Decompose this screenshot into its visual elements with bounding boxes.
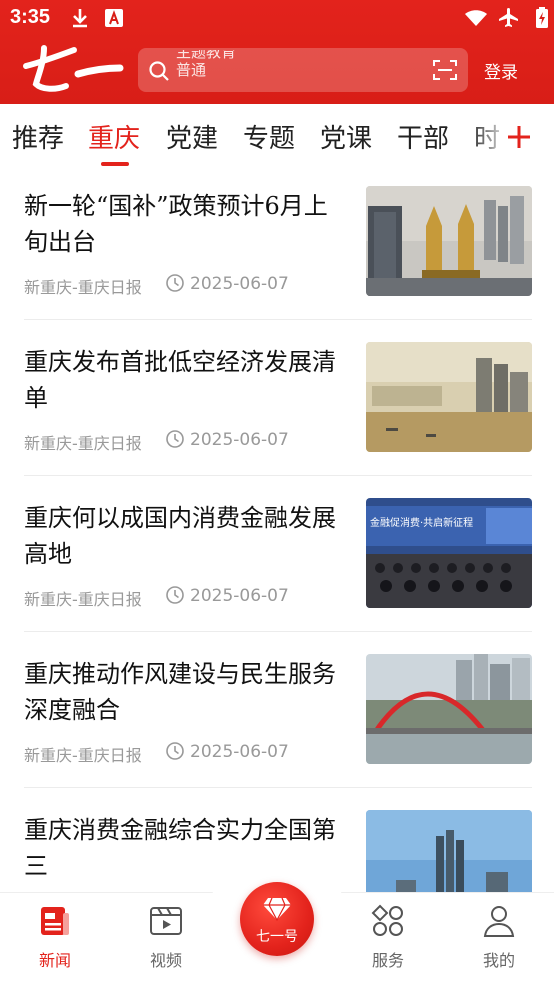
nav-video[interactable]: 视频 [126,893,206,985]
video-icon [150,907,182,935]
plus-icon [508,126,530,148]
qiyi-hao-button[interactable]: 七一号 [240,882,314,956]
tab-party-building[interactable]: 党建 [166,118,218,155]
tab-chongqing[interactable]: 重庆 [88,118,140,155]
news-thumbnail[interactable]: 金融促消费·共启新征程 [366,498,532,608]
item-divider [24,475,532,476]
grid-icon [371,904,403,936]
news-date: 2025-06-07 [190,586,289,606]
category-tabs: 推荐 重庆 党建 专题 党课 干部 时 [0,104,554,168]
nav-services[interactable]: 服务 [348,893,428,985]
news-thumbnail[interactable] [366,810,532,892]
news-thumbnail[interactable] [366,342,532,452]
clock-icon [166,274,184,292]
conference-image: 金融促消费·共启新征程 [366,498,532,608]
active-tab-indicator [101,162,129,166]
top-header: 3:35 主题教育 普通 登录 [0,0,554,104]
city-skyline-image [366,186,532,296]
news-source: 新重庆-重庆日报 [24,278,142,297]
scan-icon[interactable] [432,58,458,82]
news-title[interactable]: 新一轮“国补”政策预计6月上旬出台 [24,188,349,260]
river-city-image [366,342,532,452]
clock-icon [166,430,184,448]
airplane-mode-icon [499,8,518,27]
qiyi-logo [23,45,124,92]
nav-services-label: 服务 [371,951,404,970]
news-item[interactable]: 重庆发布首批低空经济发展清单 新重庆-重庆日报 2025-06-07 [24,324,532,480]
bridge-image [366,654,532,764]
news-date: 2025-06-07 [190,742,289,762]
news-title[interactable]: 重庆发布首批低空经济发展清单 [24,344,349,416]
user-icon [483,906,515,937]
conference-banner: 金融促消费·共启新征程 [370,516,473,529]
search-icon [149,61,169,81]
news-source: 新重庆-重庆日报 [24,590,142,609]
clock-icon [166,742,184,760]
news-title[interactable]: 重庆何以成国内消费金融发展高地 [24,500,349,572]
battery-charging-icon [536,7,548,28]
news-source: 新重庆-重庆日报 [24,434,142,453]
item-divider [24,631,532,632]
gem-icon [263,897,291,922]
qiyi-hao-label: 七一号 [256,929,298,945]
nav-news-label: 新闻 [38,951,71,970]
status-time: 3:35 [10,6,51,28]
skyline-image [366,810,532,892]
news-item[interactable]: 新一轮“国补”政策预计6月上旬出台 新重庆-重庆日报 2025-06-07 [24,168,532,324]
news-date: 2025-06-07 [190,274,289,294]
search-bar[interactable]: 主题教育 普通 [138,48,468,92]
news-title[interactable]: 重庆推动作风建设与民生服务深度融合 [24,656,349,728]
search-placeholder: 主题教育 普通 [176,50,237,79]
tab-special-topics[interactable]: 专题 [243,118,295,155]
news-thumbnail[interactable] [366,654,532,764]
wifi-icon [465,10,487,26]
nav-profile-label: 我的 [482,951,515,970]
news-list: 新一轮“国补”政策预计6月上旬出台 新重庆-重庆日报 2025-06-07 重庆… [0,168,554,892]
login-button[interactable]: 登录 [484,58,518,83]
news-date: 2025-06-07 [190,430,289,450]
app-notification-icon [105,9,123,27]
nav-profile[interactable]: 我的 [459,893,539,985]
clock-icon [166,586,184,604]
tab-cadres[interactable]: 干部 [397,118,449,155]
item-divider [24,787,532,788]
status-bar: 3:35 [0,0,554,38]
item-divider [24,319,532,320]
nav-news[interactable]: 新闻 [15,893,95,985]
news-thumbnail[interactable] [366,186,532,296]
tab-recommend[interactable]: 推荐 [12,118,64,155]
download-icon [73,9,87,28]
news-item[interactable]: 重庆何以成国内消费金融发展高地 新重庆-重庆日报 2025-06-07 金融促消… [24,480,532,636]
nav-video-label: 视频 [149,951,182,970]
news-item[interactable]: 重庆推动作风建设与民生服务深度融合 新重庆-重庆日报 2025-06-07 [24,636,532,792]
add-channel-button[interactable] [503,118,535,154]
tab-party-lessons[interactable]: 党课 [320,118,372,155]
news-source: 新重庆-重庆日报 [24,746,142,765]
news-icon [41,907,69,935]
